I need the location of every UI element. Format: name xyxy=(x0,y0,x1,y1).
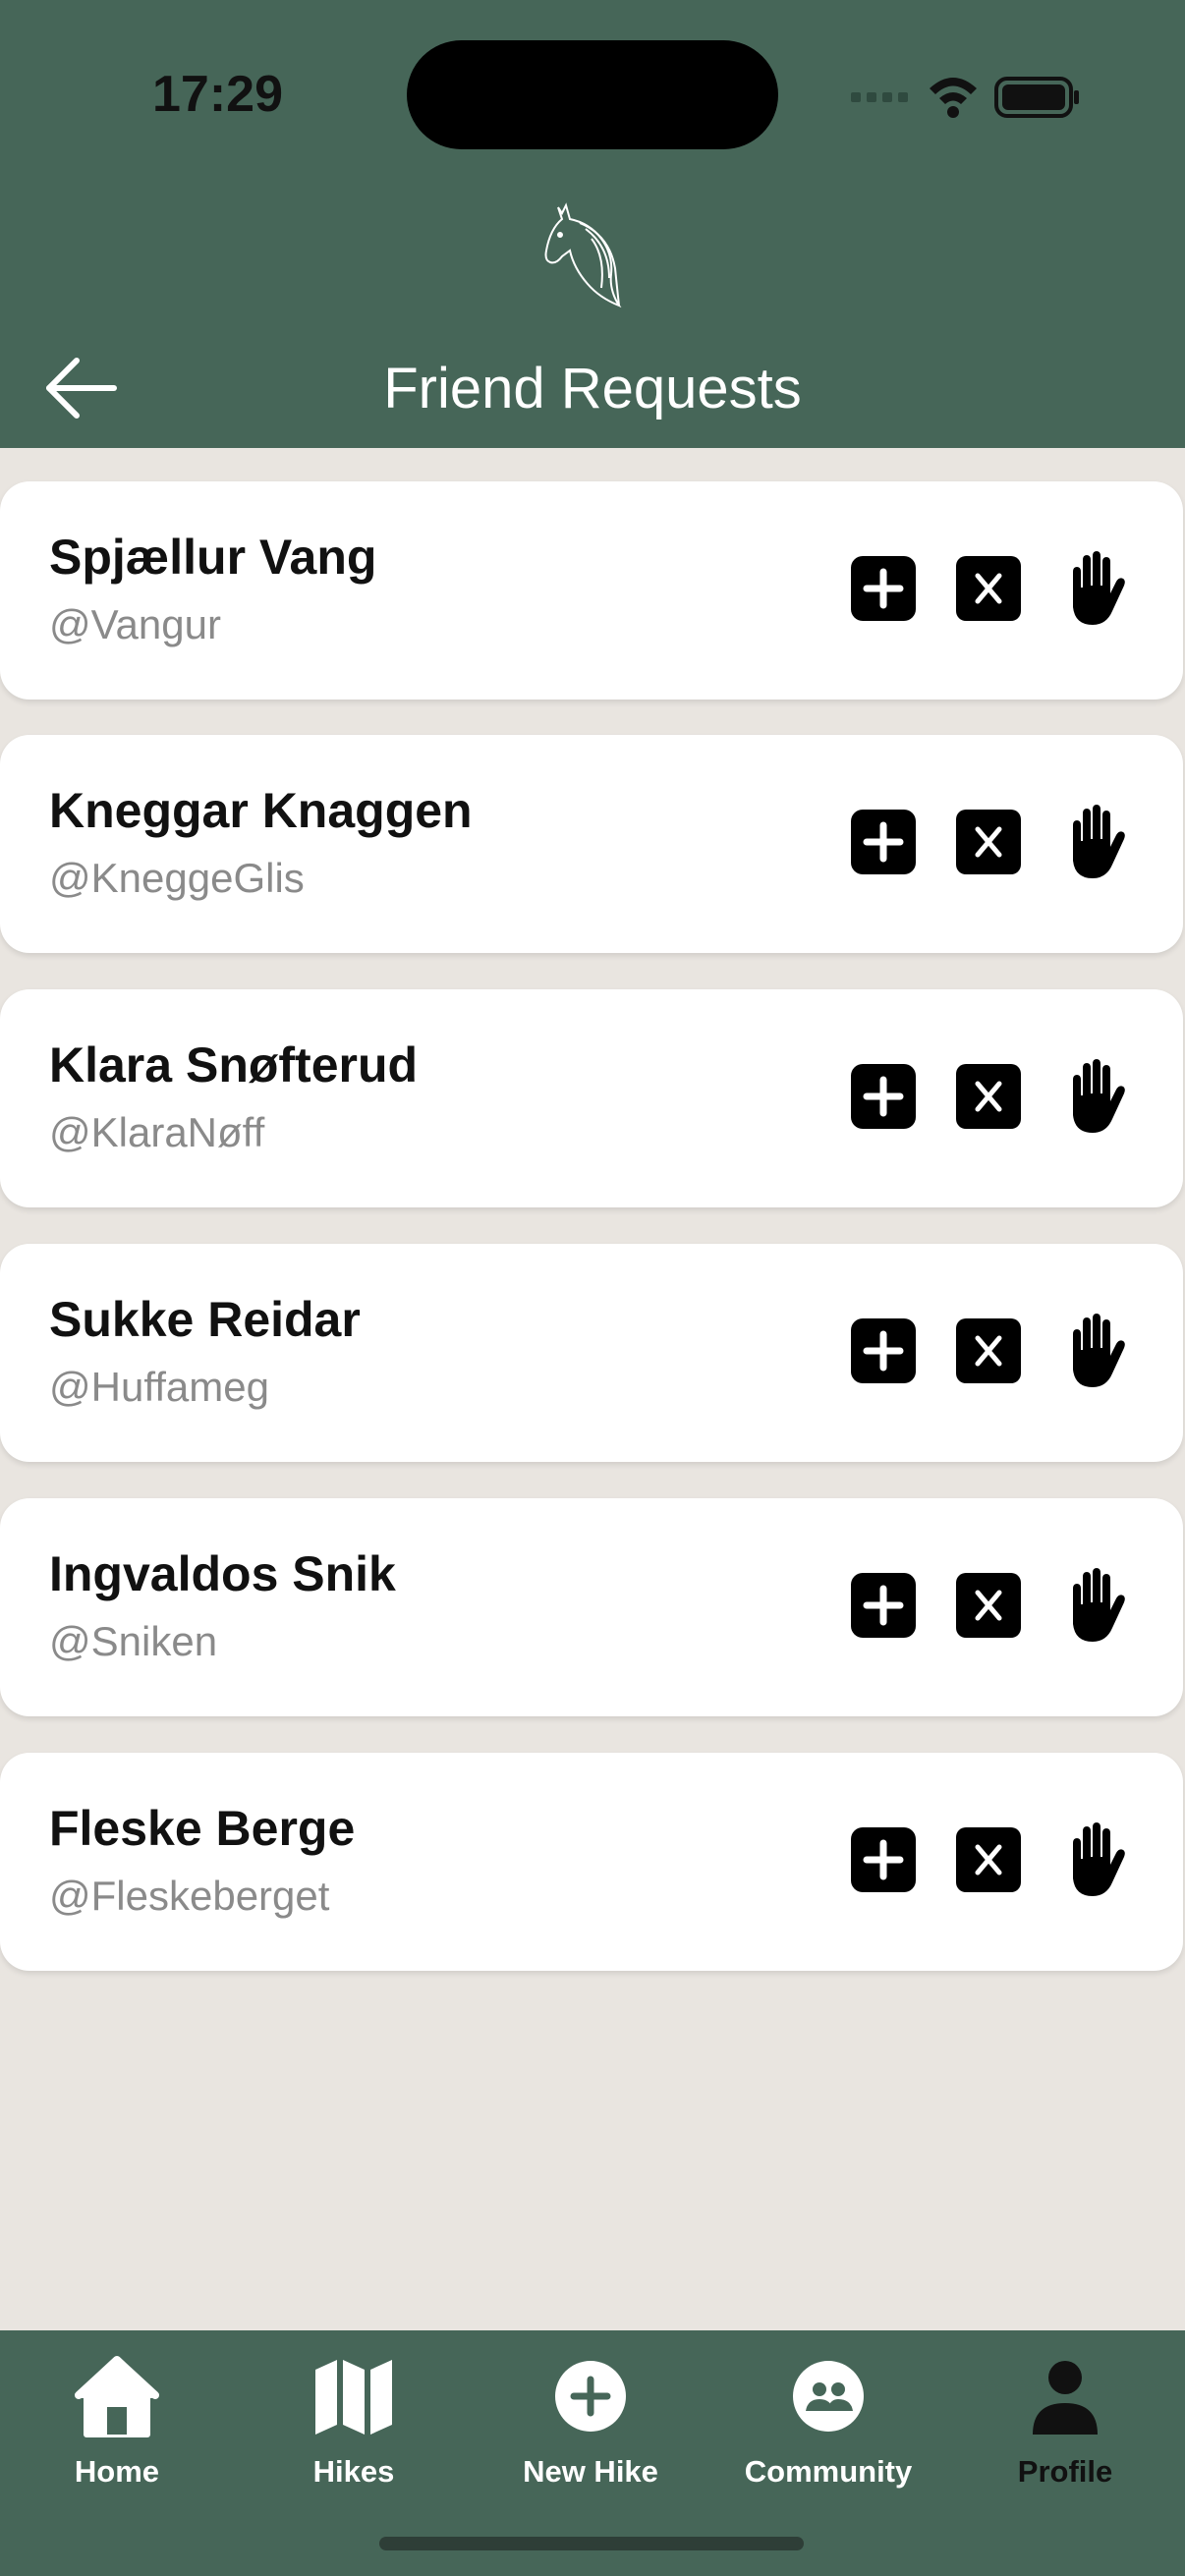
accept-plus-icon[interactable] xyxy=(851,810,916,874)
tab-label: New Hike xyxy=(523,2454,658,2489)
request-name: Ingvaldos Snik xyxy=(49,1546,396,1601)
accept-plus-icon[interactable] xyxy=(851,556,916,621)
tab-profile[interactable]: Profile xyxy=(947,2330,1183,2507)
request-handle: @Sniken xyxy=(49,1618,218,1664)
block-hand-icon[interactable] xyxy=(1063,1313,1126,1389)
map-icon xyxy=(315,2360,392,2435)
block-hand-icon[interactable] xyxy=(1063,1567,1126,1644)
plus-circle-icon xyxy=(555,2361,626,2432)
tab-hikes[interactable]: Hikes xyxy=(236,2330,472,2507)
home-indicator xyxy=(379,2537,804,2550)
request-name: Klara Snøfterud xyxy=(49,1037,419,1092)
tab-label: Profile xyxy=(1017,2454,1113,2489)
tab-label: Hikes xyxy=(312,2454,395,2489)
block-hand-icon[interactable] xyxy=(1063,550,1126,627)
request-handle: @Vangur xyxy=(49,601,221,647)
people-icon xyxy=(793,2361,864,2432)
request-name: Kneggar Knaggen xyxy=(49,783,473,838)
tab-label: Community xyxy=(744,2454,913,2489)
decline-x-icon[interactable] xyxy=(956,1827,1021,1892)
accept-plus-icon[interactable] xyxy=(851,1064,916,1129)
request-handle: @KlaraNøff xyxy=(49,1109,265,1155)
accept-plus-icon[interactable] xyxy=(851,1573,916,1638)
friend-request-card: Fleske Berge @Fleskeberget xyxy=(0,1753,1183,1971)
decline-x-icon[interactable] xyxy=(956,1064,1021,1129)
request-handle: @Fleskeberget xyxy=(49,1873,330,1919)
friend-request-card: Spjællur Vang @Vangur xyxy=(0,481,1183,700)
signal-icon xyxy=(851,92,908,102)
tab-home[interactable]: Home xyxy=(0,2330,235,2507)
block-hand-icon[interactable] xyxy=(1063,1821,1126,1898)
request-handle: @Huffameg xyxy=(49,1364,269,1410)
status-time: 17:29 xyxy=(152,66,283,123)
tab-community[interactable]: Community xyxy=(710,2330,946,2507)
request-name: Sukke Reidar xyxy=(49,1292,361,1347)
request-name: Fleske Berge xyxy=(49,1801,356,1856)
block-hand-icon[interactable] xyxy=(1063,804,1126,880)
friend-request-card: Klara Snøfterud @KlaraNøff xyxy=(0,989,1183,1207)
decline-x-icon[interactable] xyxy=(956,1318,1021,1383)
page-title: Friend Requests xyxy=(383,357,802,420)
request-name: Spjællur Vang xyxy=(49,530,377,585)
decline-x-icon[interactable] xyxy=(956,556,1021,621)
dynamic-island xyxy=(407,40,778,149)
horse-logo-icon xyxy=(544,202,622,308)
home-icon xyxy=(75,2356,159,2437)
accept-plus-icon[interactable] xyxy=(851,1318,916,1383)
decline-x-icon[interactable] xyxy=(956,1573,1021,1638)
friend-request-card: Kneggar Knaggen @KneggeGlis xyxy=(0,735,1183,953)
friend-request-card: Sukke Reidar @Huffameg xyxy=(0,1244,1183,1462)
wifi-icon xyxy=(930,78,977,118)
app-header: 17:29 Friend Requests xyxy=(0,0,1185,448)
accept-plus-icon[interactable] xyxy=(851,1827,916,1892)
person-icon xyxy=(1033,2361,1098,2435)
status-icons xyxy=(851,77,1079,118)
tab-label: Home xyxy=(74,2454,160,2489)
decline-x-icon[interactable] xyxy=(956,810,1021,874)
block-hand-icon[interactable] xyxy=(1063,1058,1126,1135)
tab-new-hike[interactable]: New Hike xyxy=(473,2330,708,2507)
request-handle: @KneggeGlis xyxy=(49,855,305,901)
friend-request-card: Ingvaldos Snik @Sniken xyxy=(0,1498,1183,1716)
battery-icon xyxy=(994,77,1079,118)
